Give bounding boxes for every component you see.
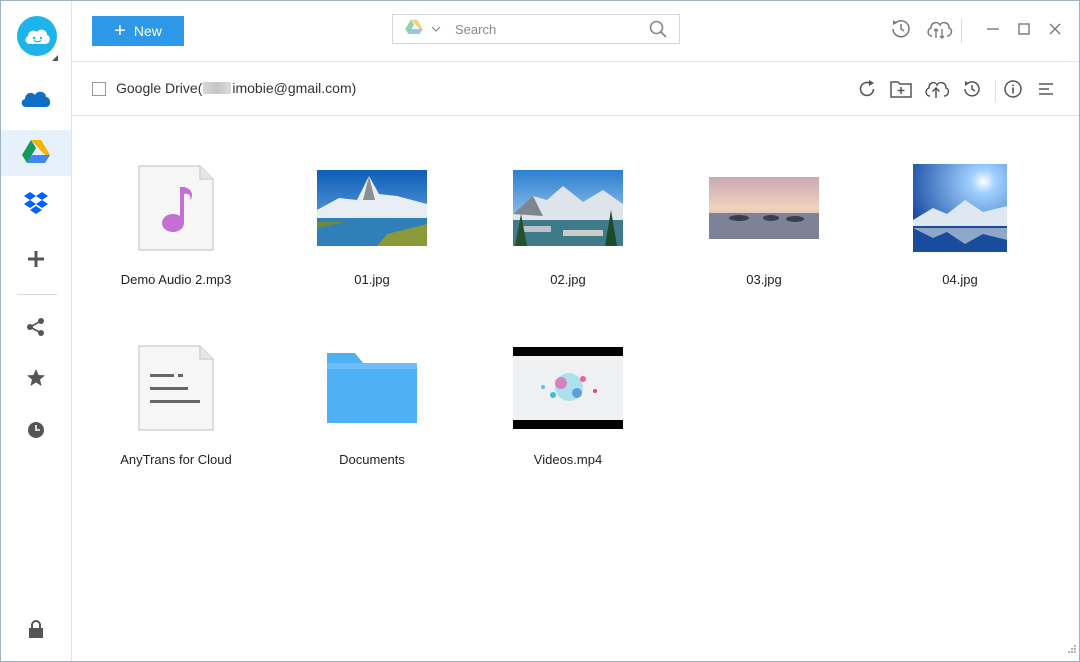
sync-history-button[interactable] bbox=[960, 79, 984, 103]
path-bar: Google Drive( imobie@gmail.com) bbox=[72, 62, 1079, 116]
new-folder-icon bbox=[890, 80, 912, 103]
redacted-email-part bbox=[203, 82, 232, 94]
select-all-checkbox[interactable] bbox=[92, 82, 106, 96]
cloud-transfer-icon bbox=[925, 18, 953, 45]
file-name: 01.jpg bbox=[354, 272, 390, 287]
sidebar-item-onedrive[interactable] bbox=[1, 78, 71, 124]
star-icon bbox=[26, 368, 46, 393]
info-icon bbox=[1003, 79, 1023, 104]
dropbox-icon bbox=[23, 191, 49, 220]
audio-file-icon bbox=[78, 146, 274, 270]
info-button[interactable] bbox=[1001, 79, 1025, 103]
upload-button[interactable] bbox=[922, 79, 950, 103]
maximize-button[interactable] bbox=[1012, 19, 1036, 43]
sidebar-item-favorites[interactable] bbox=[1, 357, 71, 403]
sidebar-item-dropbox[interactable] bbox=[1, 182, 71, 228]
maximize-icon bbox=[1018, 22, 1030, 40]
breadcrumb: Google Drive( imobie@gmail.com) bbox=[116, 80, 356, 96]
cloud-upload-icon bbox=[923, 79, 950, 104]
file-name: AnyTrans for Cloud bbox=[120, 452, 232, 467]
sidebar-item-add-cloud[interactable] bbox=[1, 238, 71, 284]
sidebar-item-lock[interactable] bbox=[1, 608, 71, 654]
google-drive-icon bbox=[22, 139, 50, 168]
file-item[interactable]: AnyTrans for Cloud bbox=[78, 326, 274, 486]
sort-button[interactable] bbox=[1034, 79, 1058, 103]
new-button-label: New bbox=[133, 23, 162, 39]
lock-icon bbox=[28, 619, 44, 644]
file-item[interactable]: 01.jpg bbox=[274, 146, 470, 306]
file-name: 02.jpg bbox=[550, 272, 586, 287]
image-thumbnail bbox=[862, 146, 1058, 270]
breadcrumb-account-label: imobie@gmail.com) bbox=[232, 80, 357, 96]
file-name: Demo Audio 2.mp3 bbox=[120, 272, 232, 287]
image-thumbnail bbox=[274, 146, 470, 270]
refresh-icon bbox=[857, 79, 877, 104]
share-icon bbox=[26, 317, 46, 342]
file-item[interactable]: 02.jpg bbox=[470, 146, 666, 306]
app-logo[interactable] bbox=[17, 16, 57, 56]
file-item[interactable]: Demo Audio 2.mp3 bbox=[78, 146, 274, 306]
sidebar-item-share[interactable] bbox=[1, 306, 71, 352]
file-grid: Demo Audio 2.mp3 01.jpg 02.jpg 03.jpg 04… bbox=[72, 116, 1079, 661]
sidebar-item-google-drive[interactable] bbox=[1, 130, 71, 176]
new-button[interactable]: + New bbox=[92, 16, 184, 46]
chevron-down-icon[interactable] bbox=[431, 23, 441, 35]
sidebar-item-history[interactable] bbox=[1, 409, 71, 455]
file-name: Documents bbox=[339, 452, 405, 467]
minimize-button[interactable] bbox=[981, 19, 1005, 43]
image-thumbnail bbox=[470, 146, 666, 270]
file-item[interactable]: 04.jpg bbox=[862, 146, 1058, 306]
file-item[interactable]: 03.jpg bbox=[666, 146, 862, 306]
search-box[interactable] bbox=[392, 14, 680, 44]
sidebar bbox=[1, 1, 72, 661]
plus-icon: + bbox=[114, 20, 126, 42]
search-icon[interactable] bbox=[649, 20, 667, 43]
refresh-button[interactable] bbox=[855, 79, 879, 103]
file-name: 04.jpg bbox=[942, 272, 978, 287]
breadcrumb-drive-label: Google Drive( bbox=[116, 80, 203, 96]
app-window: + New Search Google Drive(imobie@gmail.… bbox=[0, 0, 1080, 662]
file-item[interactable]: Videos.mp4 bbox=[470, 326, 666, 486]
logo-menu-triangle-icon[interactable] bbox=[52, 49, 58, 61]
folder-icon bbox=[274, 326, 470, 450]
close-button[interactable] bbox=[1043, 19, 1067, 43]
sidebar-divider bbox=[17, 294, 57, 295]
add-cloud-icon bbox=[28, 250, 44, 272]
file-name: 03.jpg bbox=[746, 272, 782, 287]
onedrive-icon bbox=[20, 89, 52, 114]
sort-menu-icon bbox=[1038, 81, 1054, 102]
file-item[interactable]: Documents bbox=[274, 326, 470, 486]
close-icon bbox=[1049, 22, 1061, 40]
file-name: Videos.mp4 bbox=[533, 452, 603, 467]
task-history-button[interactable] bbox=[889, 19, 913, 43]
google-drive-icon[interactable] bbox=[405, 19, 423, 39]
action-divider bbox=[995, 80, 996, 102]
top-toolbar: + New bbox=[72, 1, 1079, 62]
image-thumbnail bbox=[666, 146, 862, 270]
clock-history-icon bbox=[890, 18, 912, 45]
video-thumbnail bbox=[470, 326, 666, 450]
new-folder-button[interactable] bbox=[889, 79, 913, 103]
resize-grip-icon[interactable] bbox=[1067, 641, 1077, 659]
history-icon bbox=[27, 421, 45, 444]
sync-history-icon bbox=[962, 79, 982, 104]
toolbar-divider bbox=[961, 19, 962, 43]
minimize-icon bbox=[986, 22, 1000, 41]
search-input[interactable] bbox=[453, 20, 647, 38]
cloud-transfer-button[interactable] bbox=[924, 19, 954, 43]
document-file-icon bbox=[78, 326, 274, 450]
